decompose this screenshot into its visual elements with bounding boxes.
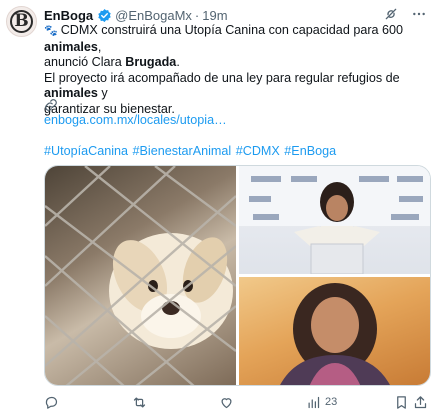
- retweet-icon: [132, 395, 147, 410]
- media-grid: [44, 165, 431, 386]
- avatar-logo-letter: B: [14, 11, 29, 31]
- heart-icon: [219, 395, 234, 410]
- display-name[interactable]: EnBoga: [44, 8, 93, 23]
- top-actions: [383, 6, 427, 22]
- text-segment: y: [97, 86, 108, 100]
- tweet-text-line: El proyecto irá acompañado de una ley pa…: [44, 71, 429, 102]
- link-icon: [44, 98, 58, 112]
- like-button[interactable]: [219, 395, 234, 410]
- avatar[interactable]: B: [6, 6, 37, 37]
- bookmark-button[interactable]: [394, 395, 409, 410]
- speech-photo[interactable]: [239, 166, 430, 274]
- paw-prints-icon: 🐾: [44, 25, 58, 37]
- views-button[interactable]: 23: [306, 395, 337, 410]
- verified-badge-icon: [97, 8, 112, 23]
- text-segment: CDMX construirá una Utopía Canina con ca…: [60, 23, 404, 37]
- action-bar: 23: [44, 393, 429, 411]
- share-icon: [413, 395, 428, 410]
- reply-button[interactable]: [44, 395, 59, 410]
- text-segment: anunció Clara: [44, 55, 126, 69]
- reply-icon: [44, 395, 59, 410]
- tweet-header: EnBoga @EnBogaMx · 19m: [44, 6, 228, 24]
- timestamp[interactable]: 19m: [202, 8, 227, 23]
- hashtags[interactable]: #UtopíaCanina #BienestarAnimal #CDMX #En…: [44, 144, 336, 158]
- tweet-text: 🐾 CDMX construirá una Utopía Canina con c…: [44, 23, 429, 117]
- text-segment: .: [176, 55, 180, 69]
- text-bold: Brugada: [125, 55, 177, 69]
- share-button[interactable]: [413, 395, 428, 410]
- retweet-button[interactable]: [132, 395, 147, 410]
- text-segment: ,: [97, 39, 102, 54]
- bookmark-icon: [394, 395, 409, 410]
- tweet-text-line: anunció Clara Brugada.: [44, 55, 429, 71]
- puppy-photo[interactable]: [45, 166, 236, 385]
- text-bold: animales: [44, 39, 98, 54]
- grok-icon[interactable]: [383, 6, 399, 22]
- tweet-card[interactable]: B EnBoga @EnBogaMx · 19m 🐾 CDMX construir…: [0, 0, 435, 414]
- text-segment: El proyecto irá acompañado de una ley pa…: [44, 70, 400, 85]
- portrait-photo[interactable]: [239, 277, 430, 385]
- separator-dot: ·: [194, 7, 200, 23]
- more-icon[interactable]: [411, 6, 427, 22]
- views-count: 23: [325, 396, 338, 408]
- views-icon: [306, 395, 321, 410]
- tweet-text-line: 🐾 CDMX construirá una Utopía Canina con c…: [44, 23, 429, 55]
- article-link[interactable]: enboga.com.mx/locales/utopia…: [44, 113, 227, 127]
- handle[interactable]: @EnBogaMx: [115, 8, 192, 23]
